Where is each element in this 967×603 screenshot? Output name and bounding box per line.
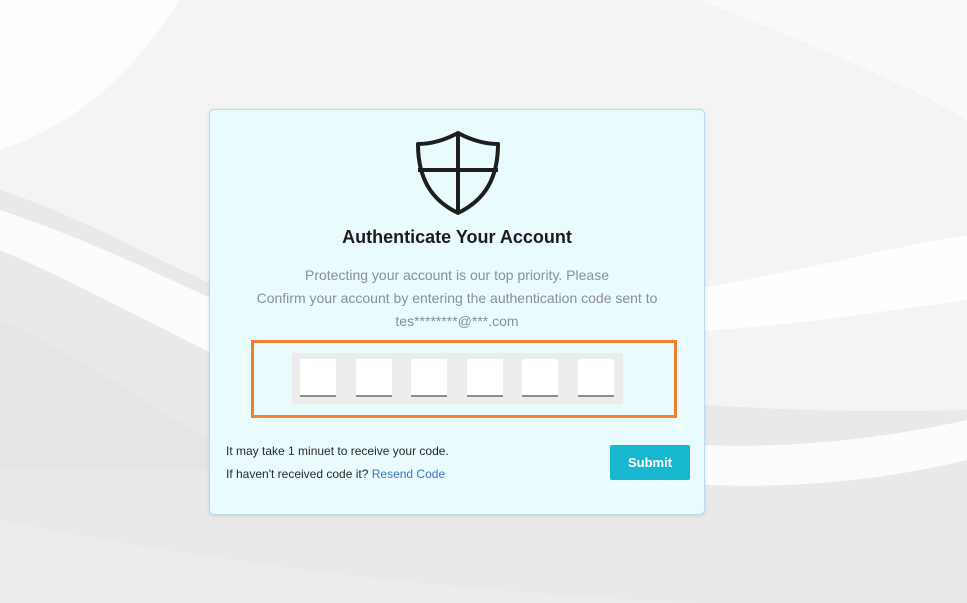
code-digit-5[interactable]	[522, 359, 558, 397]
auth-card: Authenticate Your Account Protecting you…	[209, 109, 705, 515]
code-digit-1[interactable]	[300, 359, 336, 397]
description: Protecting your account is our top prior…	[210, 264, 704, 333]
resend-prompt: If haven't received code it?	[226, 467, 369, 481]
code-input-group	[292, 353, 623, 404]
resend-code-link[interactable]: Resend Code	[372, 467, 445, 481]
code-digit-6[interactable]	[578, 359, 614, 397]
code-digit-2[interactable]	[356, 359, 392, 397]
page-title: Authenticate Your Account	[342, 227, 572, 247]
description-line-2: Confirm your account by entering the aut…	[256, 290, 658, 306]
description-line-1: Protecting your account is our top prior…	[304, 267, 609, 283]
masked-email: tes********@***.com	[395, 313, 519, 329]
code-digit-3[interactable]	[411, 359, 447, 397]
wait-note: It may take 1 minuet to receive your cod…	[226, 444, 449, 458]
submit-button[interactable]: Submit	[610, 445, 690, 480]
code-digit-4[interactable]	[467, 359, 503, 397]
resend-note: If haven't received code it? Resend Code	[226, 467, 445, 481]
